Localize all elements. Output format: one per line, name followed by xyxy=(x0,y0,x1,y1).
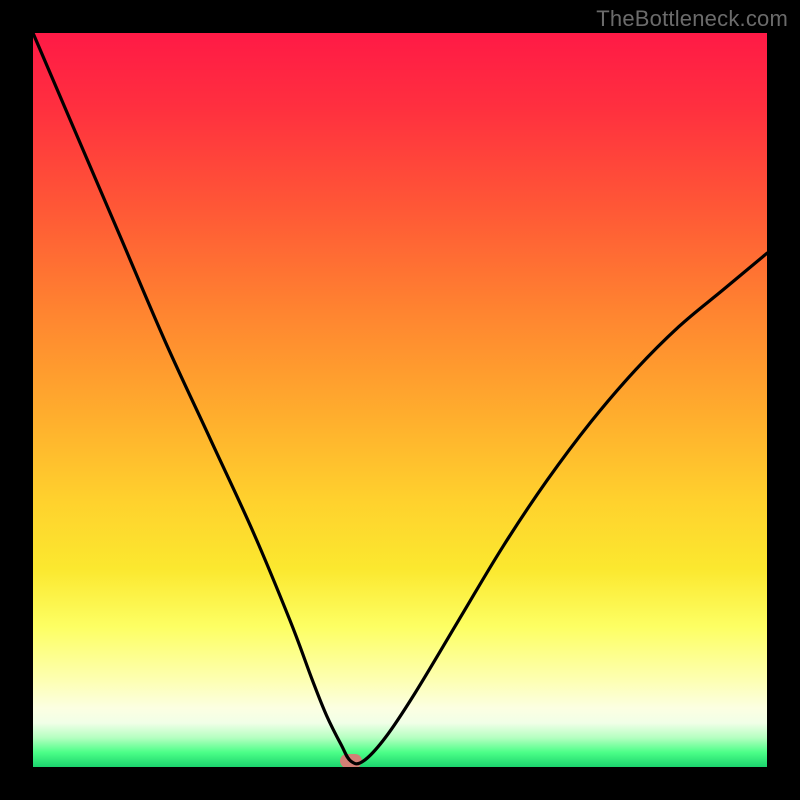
watermark-text: TheBottleneck.com xyxy=(596,6,788,32)
plot-area xyxy=(33,33,767,767)
chart-frame: TheBottleneck.com xyxy=(0,0,800,800)
bottleneck-curve xyxy=(33,33,767,767)
